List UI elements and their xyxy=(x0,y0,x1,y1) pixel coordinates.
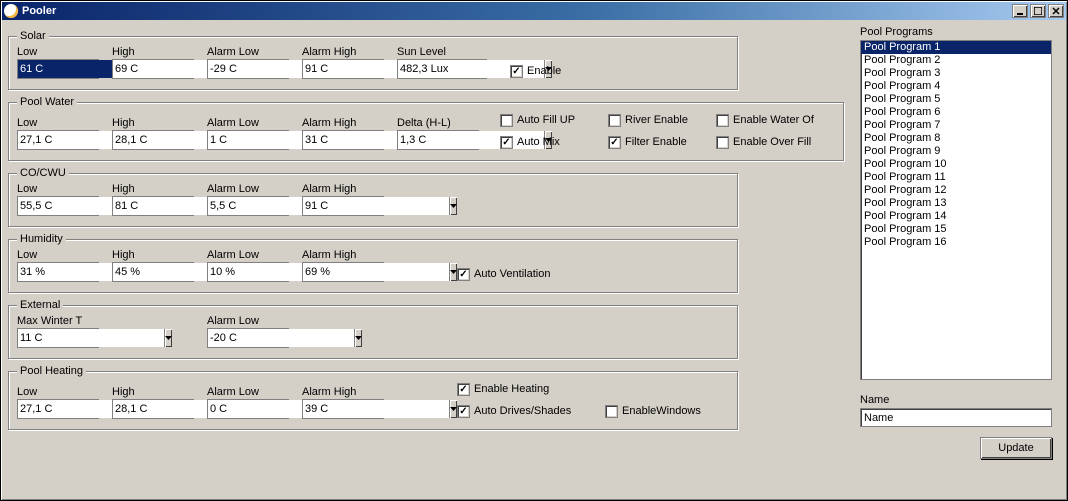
pool-water-low-combo[interactable] xyxy=(17,130,99,150)
list-item[interactable]: Pool Program 11 xyxy=(861,171,1051,184)
group-co-cwu-title: CO/CWU xyxy=(17,167,69,179)
list-item[interactable]: Pool Program 8 xyxy=(861,132,1051,145)
group-humidity: Humidity Low High Alarm Low Alarm High A… xyxy=(8,233,738,293)
group-pool-water: Pool Water Low High Alarm Low Alarm High… xyxy=(8,96,844,161)
group-external: External Max Winter T Alarm Low xyxy=(8,299,738,359)
checkbox-icon[interactable] xyxy=(716,136,729,149)
list-item[interactable]: Pool Program 5 xyxy=(861,93,1051,106)
group-external-title: External xyxy=(17,299,63,311)
client-area: Solar Low High Alarm Low Alarm High Sun … xyxy=(2,20,1066,499)
chevron-down-icon[interactable] xyxy=(354,329,362,347)
app-icon xyxy=(4,4,18,18)
list-item[interactable]: Pool Program 7 xyxy=(861,119,1051,132)
enable-windows-check[interactable]: EnableWindows xyxy=(605,403,725,419)
list-item[interactable]: Pool Program 1 xyxy=(861,41,1051,54)
river-enable-check[interactable]: River Enable xyxy=(608,112,708,128)
auto-ventilation-check[interactable]: Auto Ventilation xyxy=(457,266,577,282)
pool-water-alarm-high-combo[interactable] xyxy=(302,130,384,150)
chevron-down-icon[interactable] xyxy=(449,197,457,215)
pool-heating-alarm-high-combo[interactable] xyxy=(302,399,384,419)
cocwu-low-combo[interactable] xyxy=(17,196,99,216)
auto-fill-up-check[interactable]: Auto Fill UP xyxy=(500,112,600,128)
title-bar: Pooler xyxy=(2,2,1066,20)
pool-heating-low-combo[interactable] xyxy=(17,399,99,419)
solar-alarm-low-combo[interactable] xyxy=(207,59,289,79)
close-button[interactable] xyxy=(1048,4,1064,18)
solar-low-combo[interactable] xyxy=(17,59,99,79)
enable-water-of-check[interactable]: Enable Water Of xyxy=(716,112,816,128)
cocwu-alarm-low-combo[interactable] xyxy=(207,196,289,216)
list-item[interactable]: Pool Program 3 xyxy=(861,67,1051,80)
auto-mix-check[interactable]: Auto Mix xyxy=(500,134,600,150)
cocwu-alarm-high-combo[interactable] xyxy=(302,196,384,216)
cocwu-high-combo[interactable] xyxy=(112,196,194,216)
checkbox-icon[interactable] xyxy=(500,114,513,127)
update-button[interactable]: Update xyxy=(980,437,1052,459)
maximize-button[interactable] xyxy=(1030,4,1046,18)
checkbox-icon[interactable] xyxy=(457,405,470,418)
list-item[interactable]: Pool Program 6 xyxy=(861,106,1051,119)
list-item[interactable]: Pool Program 12 xyxy=(861,184,1051,197)
checkbox-icon[interactable] xyxy=(457,383,470,396)
external-max-winter-t-combo[interactable] xyxy=(17,328,99,348)
filter-enable-check[interactable]: Filter Enable xyxy=(608,134,708,150)
group-solar: Solar Low High Alarm Low Alarm High Sun … xyxy=(8,30,738,90)
pool-heating-alarm-low-combo[interactable] xyxy=(207,399,289,419)
pool-water-delta-combo[interactable] xyxy=(397,130,479,150)
checkbox-icon[interactable] xyxy=(457,268,470,281)
chevron-down-icon[interactable] xyxy=(449,400,457,418)
checkbox-icon[interactable] xyxy=(605,405,618,418)
solar-high-combo[interactable] xyxy=(112,59,194,79)
auto-drives-shades-check[interactable]: Auto Drives/Shades xyxy=(457,403,597,419)
list-item[interactable]: Pool Program 14 xyxy=(861,210,1051,223)
group-pool-heating-title: Pool Heating xyxy=(17,365,86,377)
humidity-high-combo[interactable] xyxy=(112,262,194,282)
checkbox-icon[interactable] xyxy=(608,136,621,149)
pool-heating-high-combo[interactable] xyxy=(112,399,194,419)
checkbox-icon[interactable] xyxy=(716,114,729,127)
chevron-down-icon[interactable] xyxy=(449,263,457,281)
name-label: Name xyxy=(860,394,1060,406)
group-solar-title: Solar xyxy=(17,30,49,42)
list-item[interactable]: Pool Program 2 xyxy=(861,54,1051,67)
group-co-cwu: CO/CWU Low High Alarm Low Alarm High xyxy=(8,167,738,227)
pool-water-high-combo[interactable] xyxy=(112,130,194,150)
group-pool-water-title: Pool Water xyxy=(17,96,77,108)
humidity-alarm-high-combo[interactable] xyxy=(302,262,384,282)
list-item[interactable]: Pool Program 10 xyxy=(861,158,1051,171)
checkbox-icon[interactable] xyxy=(500,136,513,149)
group-pool-heating: Pool Heating Low High Alarm Low Alarm Hi… xyxy=(8,365,738,430)
solar-sun-level-combo[interactable] xyxy=(397,59,487,79)
settings-panel: Solar Low High Alarm Low Alarm High Sun … xyxy=(8,26,854,493)
minimize-button[interactable] xyxy=(1012,4,1028,18)
humidity-low-combo[interactable] xyxy=(17,262,99,282)
list-item[interactable]: Pool Program 9 xyxy=(861,145,1051,158)
programs-panel: Pool Programs Pool Program 1Pool Program… xyxy=(854,26,1060,493)
group-humidity-title: Humidity xyxy=(17,233,66,245)
checkbox-icon[interactable] xyxy=(510,65,523,78)
programs-label: Pool Programs xyxy=(860,26,1060,38)
external-alarm-low-combo[interactable] xyxy=(207,328,289,348)
humidity-alarm-low-combo[interactable] xyxy=(207,262,289,282)
list-item[interactable]: Pool Program 15 xyxy=(861,223,1051,236)
pool-water-alarm-low-combo[interactable] xyxy=(207,130,289,150)
chevron-down-icon[interactable] xyxy=(164,329,172,347)
checkbox-icon[interactable] xyxy=(608,114,621,127)
list-item[interactable]: Pool Program 13 xyxy=(861,197,1051,210)
enable-over-fill-check[interactable]: Enable Over Fill xyxy=(716,134,816,150)
programs-listbox[interactable]: Pool Program 1Pool Program 2Pool Program… xyxy=(860,40,1052,380)
window-title: Pooler xyxy=(22,5,56,17)
list-item[interactable]: Pool Program 16 xyxy=(861,236,1051,249)
enable-heating-check[interactable]: Enable Heating xyxy=(457,381,597,397)
app-window: Pooler Solar Low High Alarm Low xyxy=(0,0,1068,501)
solar-alarm-high-combo[interactable] xyxy=(302,59,384,79)
list-item[interactable]: Pool Program 4 xyxy=(861,80,1051,93)
solar-enable-check[interactable]: Enable xyxy=(510,63,570,79)
name-input[interactable] xyxy=(860,408,1052,427)
